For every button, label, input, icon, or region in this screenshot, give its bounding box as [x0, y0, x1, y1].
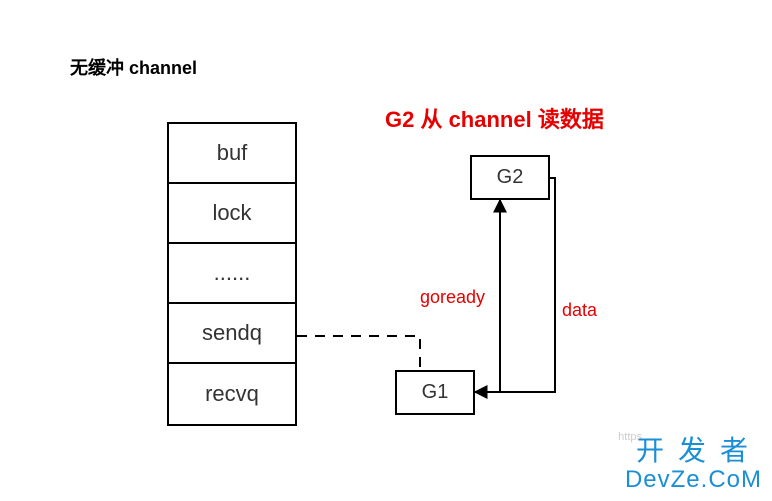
watermark-cn: 开发者 — [625, 436, 762, 467]
node-g1: G1 — [395, 370, 475, 415]
struct-cell-etc: ...... — [169, 244, 295, 304]
edge-label-data: data — [562, 300, 597, 321]
watermark-en: DevZe.CoM — [625, 467, 762, 493]
struct-cell-sendq: sendq — [169, 304, 295, 364]
watermark: 开发者 DevZe.CoM — [625, 436, 762, 493]
diagram-subtitle: G2 从 channel 读数据 — [385, 102, 604, 134]
diagram-title: 无缓冲 channel — [70, 54, 197, 80]
struct-cell-recvq: recvq — [169, 364, 295, 424]
struct-cell-lock: lock — [169, 184, 295, 244]
edge-label-goready: goready — [420, 287, 485, 308]
channel-struct: buf lock ...... sendq recvq — [167, 122, 297, 426]
struct-cell-buf: buf — [169, 124, 295, 184]
node-g2: G2 — [470, 155, 550, 200]
